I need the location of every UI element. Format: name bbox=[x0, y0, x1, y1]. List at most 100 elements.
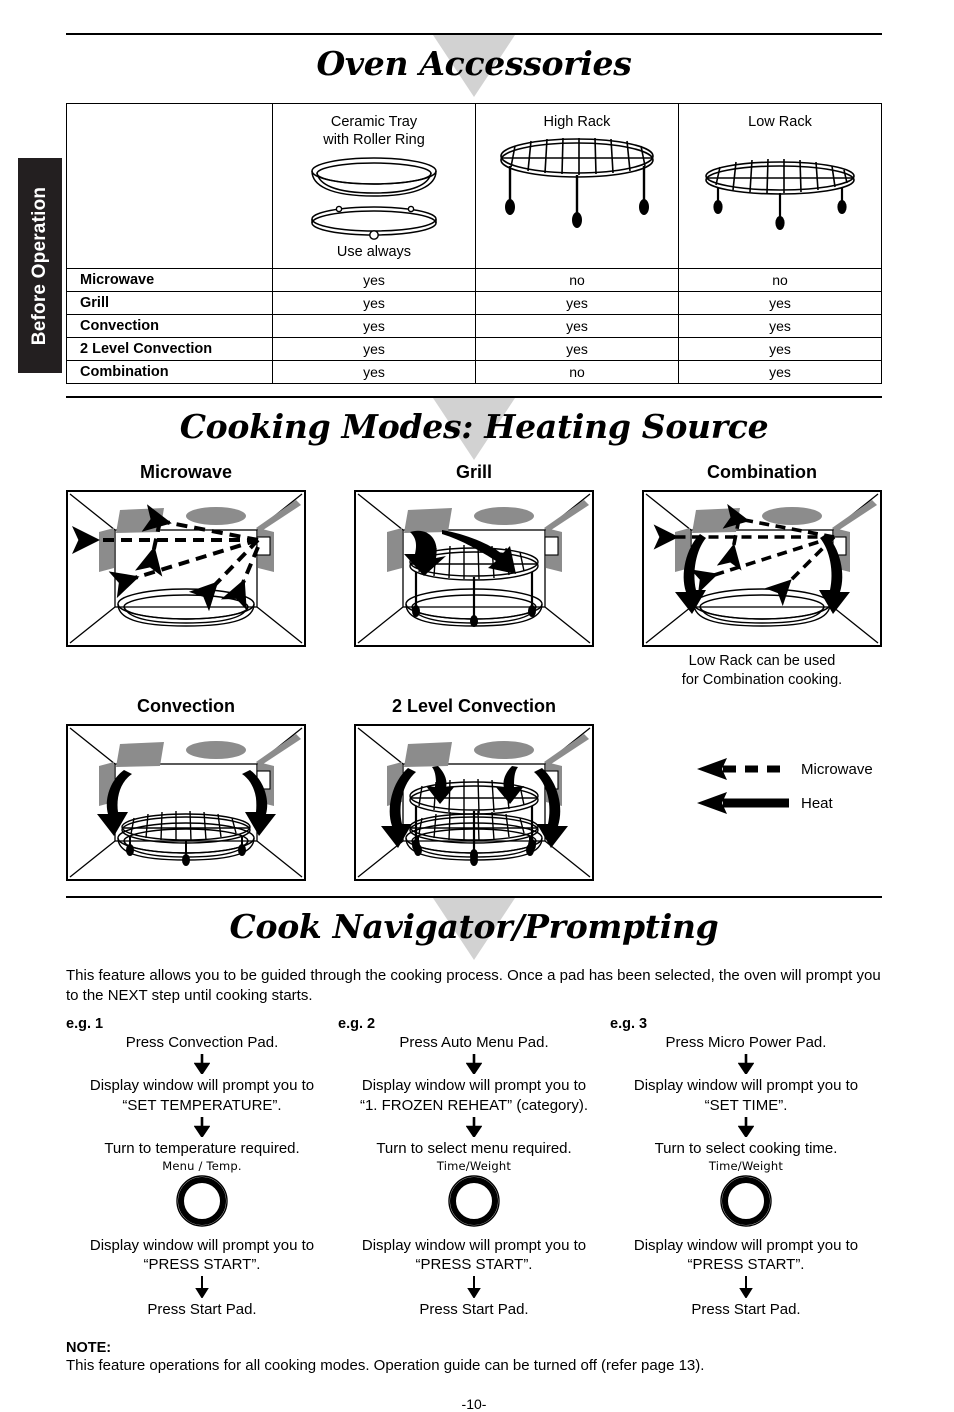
note-body: This feature operations for all cooking … bbox=[66, 1356, 705, 1374]
example-step-2-line2: “SET TIME”. bbox=[704, 1096, 788, 1114]
dashed-arrow-left-icon bbox=[697, 758, 789, 780]
dial-knob-icon[interactable] bbox=[171, 1173, 233, 1229]
page-title-cooking-modes: Cooking Modes: Heating Source bbox=[179, 407, 769, 446]
row-label: Combination bbox=[66, 360, 273, 384]
example-step-2-line1: Display window will prompt you to bbox=[89, 1077, 315, 1095]
header-cell-ceramic-tray: Ceramic Tray with Roller Ring Use always bbox=[272, 103, 476, 269]
row-label: 2 Level Convection bbox=[66, 337, 273, 361]
oven-illustration-grill bbox=[354, 490, 594, 647]
combination-caption-line1: Low Rack can be used bbox=[688, 653, 836, 669]
example-step-2: Display window will prompt you to “SET T… bbox=[66, 1076, 338, 1114]
combination-caption: Low Rack can be used for Combination coo… bbox=[642, 652, 882, 690]
example-step-2-line1: Display window will prompt you to bbox=[361, 1077, 587, 1095]
dial-control-2[interactable]: Time/Weight bbox=[338, 1159, 610, 1234]
row-label: Grill bbox=[66, 291, 273, 315]
example-step-2-line2: “1. FROZEN REHEAT” (category). bbox=[359, 1096, 589, 1114]
down-arrow-icon bbox=[739, 1276, 753, 1299]
ceramic-tray-note: Use always bbox=[336, 244, 412, 261]
example-step-1: Press Auto Menu Pad. bbox=[399, 1034, 549, 1052]
mode-diagram-grill: Grill bbox=[354, 462, 594, 690]
oven-illustration-2-level-convection bbox=[354, 723, 594, 881]
cell-ceramic: yes bbox=[272, 314, 476, 338]
legend-item-heat: Heat bbox=[697, 786, 897, 820]
table-row: Microwave yes no no bbox=[66, 268, 882, 292]
table-row: Grill yes yes yes bbox=[66, 291, 882, 315]
cell-low-rack: yes bbox=[678, 291, 882, 315]
down-arrow-icon bbox=[194, 1054, 210, 1075]
example-step-4-line2: “PRESS START”. bbox=[143, 1256, 261, 1274]
down-arrow-icon bbox=[466, 1054, 482, 1075]
down-arrow-icon bbox=[195, 1276, 209, 1299]
page-title-oven-accessories: Oven Accessories bbox=[316, 44, 632, 83]
mode-diagram-convection: Convection bbox=[66, 696, 306, 881]
dial-knob-icon[interactable] bbox=[715, 1173, 777, 1229]
combination-caption-line2: for Combination cooking. bbox=[681, 671, 843, 688]
down-arrow-icon bbox=[738, 1054, 754, 1075]
example-step-2: Display window will prompt you to “SET T… bbox=[610, 1076, 882, 1114]
example-step-4-line1: Display window will prompt you to bbox=[89, 1236, 315, 1254]
mode-title: 2 Level Convection bbox=[391, 695, 557, 716]
example-step-1: Press Micro Power Pad. bbox=[665, 1034, 827, 1052]
cell-high-rack: yes bbox=[475, 291, 679, 315]
section-header-cooking-modes: Cooking Modes: Heating Source bbox=[66, 398, 882, 460]
header-cell-low-rack: Low Rack bbox=[678, 103, 882, 269]
dial-label: Time/Weight bbox=[436, 1158, 512, 1173]
cell-high-rack: yes bbox=[475, 337, 679, 361]
page-content: Oven Accessories Ceramic Tray with Rolle… bbox=[66, 0, 882, 1412]
example-step-2-line2: “SET TEMPERATURE”. bbox=[122, 1096, 282, 1114]
example-step-1: Press Convection Pad. bbox=[125, 1034, 279, 1052]
mode-diagram-2-level-convection: 2 Level Convection bbox=[354, 696, 594, 881]
example-step-5: Press Start Pad. bbox=[419, 1301, 529, 1319]
ceramic-tray-illustration bbox=[311, 157, 437, 241]
section-tab-label: Before Operation bbox=[29, 186, 50, 345]
high-rack-illustration bbox=[500, 137, 654, 228]
example-step-4-line2: “PRESS START”. bbox=[415, 1256, 533, 1274]
legend-item-microwave: Microwave bbox=[697, 752, 897, 786]
oven-illustration-combination bbox=[642, 490, 882, 647]
section-header-cook-navigator: Cook Navigator/Prompting bbox=[66, 897, 882, 960]
section-header-oven-accessories: Oven Accessories bbox=[66, 35, 882, 97]
table-row: Combination yes no yes bbox=[66, 360, 882, 384]
header-cell-blank bbox=[66, 103, 273, 269]
cell-ceramic: yes bbox=[272, 337, 476, 361]
cell-ceramic: yes bbox=[272, 360, 476, 384]
mode-title: Microwave bbox=[139, 462, 233, 482]
solid-arrow-left-icon bbox=[697, 792, 789, 814]
cell-high-rack: no bbox=[475, 360, 679, 384]
mode-title: Grill bbox=[455, 462, 492, 482]
example-label: e.g. 1 bbox=[66, 1016, 104, 1033]
table-header-row: Ceramic Tray with Roller Ring Use always… bbox=[66, 103, 882, 269]
down-arrow-icon bbox=[194, 1116, 210, 1137]
cook-navigator-intro: This feature allows you to be guided thr… bbox=[66, 966, 881, 1004]
example-3: e.g. 3 Press Micro Power Pad. Display wi… bbox=[610, 1016, 882, 1319]
row-label: Microwave bbox=[66, 268, 273, 292]
low-rack-illustration bbox=[705, 158, 855, 230]
page-number: -10- bbox=[461, 1395, 487, 1412]
header-ceramic-line2: with Roller Ring bbox=[323, 131, 425, 148]
row-label: Convection bbox=[66, 314, 273, 338]
dial-knob-icon[interactable] bbox=[443, 1173, 505, 1229]
cooking-modes-row-1: Microwave Grill Combination Low Rack can… bbox=[66, 462, 882, 690]
oven-illustration-microwave bbox=[66, 490, 306, 647]
section-tab-before-operation: Before Operation bbox=[18, 158, 62, 373]
example-step-2: Display window will prompt you to “1. FR… bbox=[338, 1076, 610, 1114]
table-row: Convection yes yes yes bbox=[66, 314, 882, 338]
example-step-4: Display window will prompt you to “PRESS… bbox=[610, 1236, 882, 1274]
example-1: e.g. 1 Press Convection Pad. Display win… bbox=[66, 1016, 338, 1319]
dial-control-3[interactable]: Time/Weight bbox=[610, 1159, 882, 1234]
example-step-4-line1: Display window will prompt you to bbox=[361, 1236, 587, 1254]
example-step-4-line1: Display window will prompt you to bbox=[633, 1236, 859, 1254]
legend-label: Heat bbox=[801, 794, 833, 812]
oven-accessories-table: Ceramic Tray with Roller Ring Use always… bbox=[66, 103, 882, 384]
example-step-4: Display window will prompt you to “PRESS… bbox=[338, 1236, 610, 1274]
example-step-4-line2: “PRESS START”. bbox=[687, 1256, 805, 1274]
cell-low-rack: yes bbox=[678, 337, 882, 361]
example-step-3: Turn to temperature required. bbox=[104, 1139, 300, 1157]
header-high-rack: High Rack bbox=[543, 114, 611, 130]
down-arrow-icon bbox=[467, 1276, 481, 1299]
down-arrow-icon bbox=[466, 1116, 482, 1137]
header-cell-high-rack: High Rack bbox=[475, 103, 679, 269]
dial-control-1[interactable]: Menu / Temp. bbox=[66, 1159, 338, 1234]
example-step-5: Press Start Pad. bbox=[691, 1301, 801, 1319]
cell-low-rack: yes bbox=[678, 314, 882, 338]
